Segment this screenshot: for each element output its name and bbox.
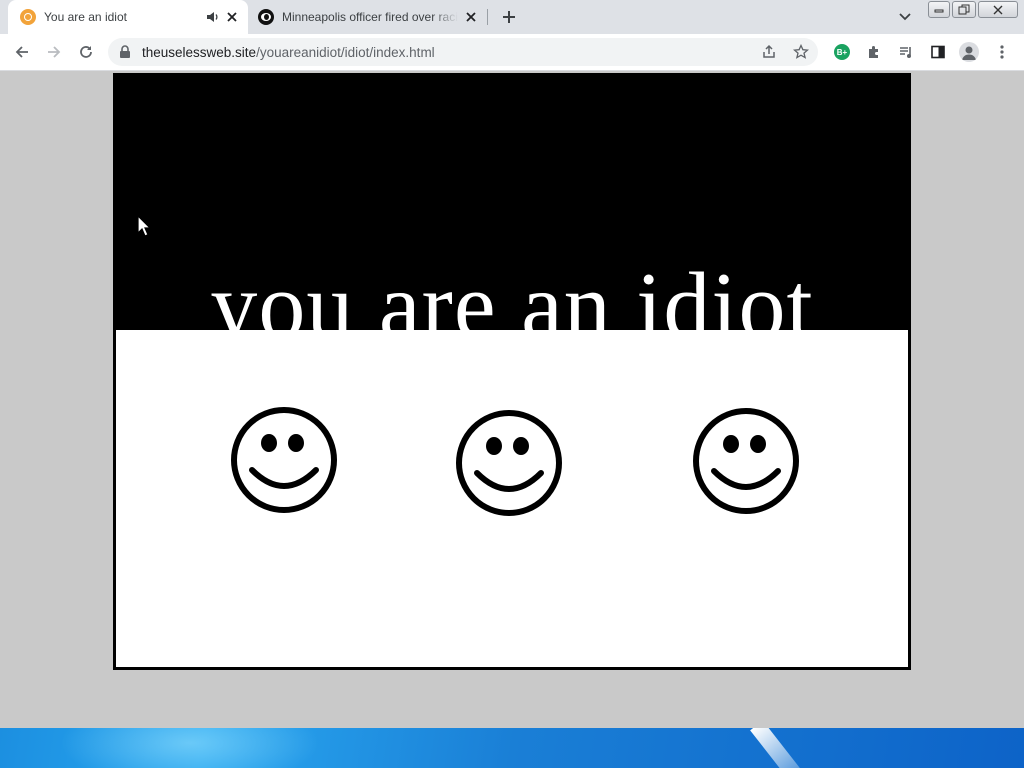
wallpaper-glow xyxy=(60,728,320,768)
tab-separator xyxy=(487,9,488,25)
star-icon[interactable] xyxy=(790,41,812,63)
audio-playing-icon[interactable] xyxy=(204,8,222,26)
tab-minneapolis-officer[interactable]: Minneapolis officer fired over racist xyxy=(248,0,488,34)
browser-toolbar: theuselessweb.site/youareanidiot/idiot/i… xyxy=(0,34,1024,71)
smiley-icon xyxy=(456,410,562,516)
tab-you-are-an-idiot[interactable]: You are an idiot xyxy=(8,0,248,34)
back-icon[interactable] xyxy=(11,41,33,63)
lock-icon[interactable] xyxy=(119,45,131,64)
url-path: /youareanidiot/idiot/index.html xyxy=(256,45,435,60)
sidepanel-icon[interactable] xyxy=(927,41,949,63)
url-text[interactable]: theuselessweb.site/youareanidiot/idiot/i… xyxy=(142,45,435,60)
smiley-icon xyxy=(231,407,337,513)
tab-strip: You are an idiot Minneapolis officer fir… xyxy=(0,0,1024,34)
url-host: theuselessweb.site xyxy=(142,45,257,60)
close-tab-icon[interactable] xyxy=(223,8,241,26)
minimize-icon[interactable] xyxy=(928,1,950,18)
idiot-stage[interactable]: you are an idiot xyxy=(113,73,911,670)
new-tab-icon[interactable] xyxy=(498,6,520,28)
tab-search-icon[interactable] xyxy=(895,7,915,27)
extension-badge-icon[interactable]: B+ xyxy=(834,44,850,60)
close-window-icon[interactable] xyxy=(978,1,1018,18)
smiley-icon xyxy=(693,408,799,514)
puzzle-icon[interactable] xyxy=(863,41,885,63)
address-bar[interactable]: theuselessweb.site/youareanidiot/idiot/i… xyxy=(108,38,818,66)
cbs-favicon-icon xyxy=(258,9,274,25)
close-tab-icon[interactable] xyxy=(462,8,480,26)
headline: you are an idiot xyxy=(210,254,814,358)
site-favicon-icon xyxy=(20,9,36,25)
reload-icon[interactable] xyxy=(75,41,97,63)
page-viewport: you are an idiot xyxy=(0,72,1024,728)
tab-title: You are an idiot xyxy=(44,10,127,24)
menu-icon[interactable] xyxy=(991,41,1013,63)
profile-icon[interactable] xyxy=(959,42,979,62)
share-icon[interactable] xyxy=(758,41,780,63)
mouse-cursor-icon xyxy=(137,215,151,237)
restore-icon[interactable] xyxy=(952,1,976,18)
wallpaper-streak xyxy=(750,728,806,768)
desktop-taskbar xyxy=(0,728,1024,768)
forward-icon[interactable] xyxy=(43,41,65,63)
media-icon[interactable] xyxy=(895,41,917,63)
tab-title: Minneapolis officer fired over racist xyxy=(282,10,458,24)
